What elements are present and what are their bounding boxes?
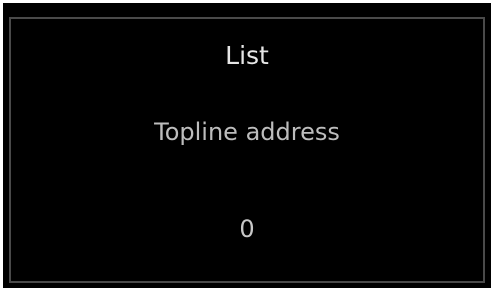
topline-address-value[interactable]: 0	[11, 215, 483, 243]
list-topline-panel: List Topline address 0	[0, 0, 494, 291]
topline-address-label: Topline address	[154, 118, 340, 146]
panel-frame: List Topline address 0	[9, 17, 485, 283]
panel-title: List	[225, 41, 269, 70]
